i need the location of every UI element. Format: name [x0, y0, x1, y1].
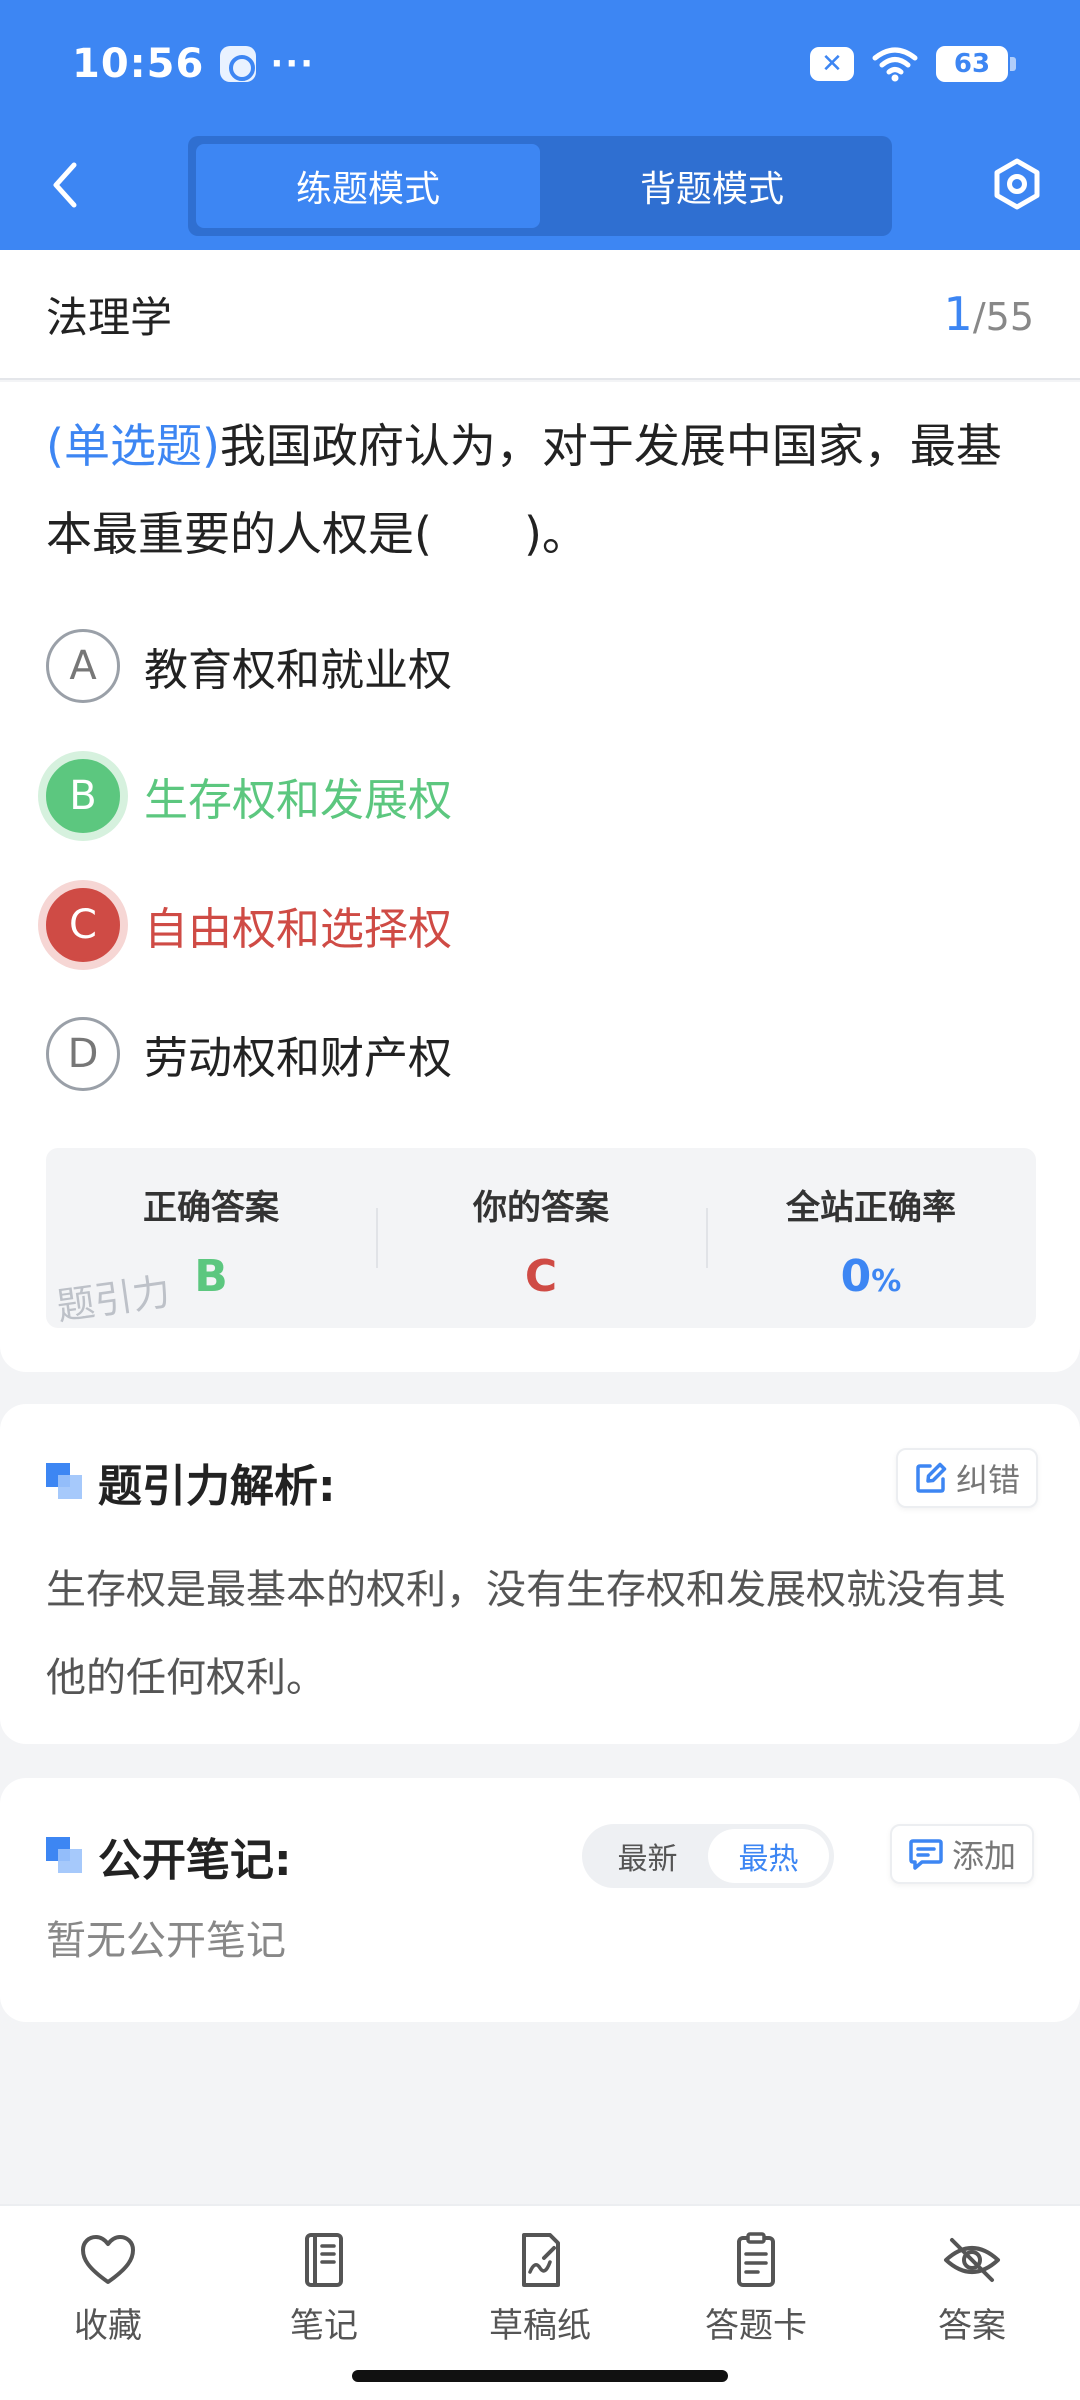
draft-paper-icon — [522, 2233, 560, 2287]
tab-practice-mode[interactable]: 练题模式 — [196, 144, 540, 228]
more-notifications-icon: ··· — [270, 44, 316, 84]
edit-icon — [916, 1462, 947, 1493]
site-accuracy-column: 全站正确率 0% — [706, 1148, 1036, 1328]
correct-answer-column: 正确答案 B 题引力 — [46, 1148, 376, 1329]
question-card: (单选题)我国政府认为，对于发展中国家，最基本最重要的人权是( )。 A 教育权… — [0, 382, 1080, 1372]
your-answer-value: C — [524, 1251, 558, 1302]
notes-header: 公开笔记: — [46, 1826, 292, 1886]
sort-hottest[interactable]: 最热 — [708, 1829, 829, 1883]
correct-answer-label: 正确答案 — [143, 1188, 279, 1228]
status-time: 10:56 — [72, 41, 205, 87]
home-indicator[interactable] — [352, 2370, 728, 2382]
comment-icon — [909, 1839, 943, 1870]
tab-recite-mode[interactable]: 背题模式 — [540, 144, 884, 228]
notebook-icon — [305, 2233, 343, 2287]
subject-title: 法理学 — [46, 292, 173, 342]
analysis-title: 题引力解析: — [98, 1461, 336, 1512]
option-d[interactable]: D 劳动权和财产权 — [46, 1014, 452, 1094]
option-b[interactable]: B 生存权和发展权 — [46, 756, 452, 836]
chevron-left-icon — [53, 162, 77, 208]
show-answer-button[interactable]: 答案 — [864, 2206, 1080, 2400]
top-header: 10:56 ··· ✕ 63 练题模式 背题模式 — [0, 0, 1080, 250]
analysis-text: 生存权是最基本的权利，没有生存权和发展权就没有其他的任何权利。 — [46, 1567, 1006, 1701]
app-notification-icon — [220, 46, 257, 82]
report-error-label: 纠错 — [956, 1461, 1021, 1499]
watermark: 题引力 — [53, 1269, 174, 1329]
back-button[interactable] — [40, 150, 90, 220]
option-text: 劳动权和财产权 — [144, 1033, 452, 1084]
add-note-label: 添加 — [952, 1837, 1017, 1875]
analysis-header: 题引力解析: — [46, 1452, 336, 1512]
option-text: 教育权和就业权 — [144, 645, 452, 696]
option-text: 自由权和选择权 — [144, 904, 452, 955]
site-accuracy-number: 0 — [840, 1251, 872, 1302]
correct-answer-value: B — [194, 1251, 228, 1302]
notes-label: 笔记 — [290, 2306, 358, 2346]
option-a[interactable]: A 教育权和就业权 — [46, 626, 452, 706]
counter-separator: / — [972, 295, 986, 339]
settings-button[interactable] — [985, 152, 1049, 216]
wifi-icon — [872, 47, 918, 82]
question-text: (单选题)我国政府认为，对于发展中国家，最基本最重要的人权是( )。 — [46, 402, 1036, 578]
site-accuracy-label: 全站正确率 — [786, 1188, 956, 1228]
option-text: 生存权和发展权 — [144, 775, 452, 826]
draft-paper-label: 草稿纸 — [489, 2306, 591, 2346]
answer-card-label: 答题卡 — [705, 2306, 807, 2346]
notes-title: 公开笔记: — [98, 1835, 292, 1886]
add-note-button[interactable]: 添加 — [890, 1824, 1035, 1884]
total-question-count: 55 — [985, 295, 1034, 339]
status-bar: 10:56 ··· ✕ 63 — [72, 36, 1016, 92]
option-letter: C — [46, 888, 120, 962]
option-letter: A — [46, 629, 120, 703]
report-error-button[interactable]: 纠错 — [896, 1448, 1039, 1508]
question-type-label: (单选题) — [46, 419, 220, 473]
site-accuracy-value: 0% — [841, 1251, 902, 1302]
analysis-card: 题引力解析: 纠错 生存权是最基本的权利，没有生存权和发展权就没有其他的任何权利… — [0, 1404, 1080, 1744]
section-squares-icon — [46, 1463, 84, 1501]
favorite-label: 收藏 — [74, 2306, 142, 2346]
question-counter: 1/55 — [944, 287, 1034, 341]
public-notes-card: 公开笔记: 最新 最热 添加 暂无公开笔记 — [0, 1778, 1080, 2022]
your-answer-column: 你的答案 C — [376, 1148, 706, 1328]
mode-switch: 练题模式 背题模式 — [188, 136, 892, 236]
your-answer-label: 你的答案 — [473, 1188, 609, 1228]
status-right: ✕ 63 — [810, 46, 1016, 82]
sort-latest[interactable]: 最新 — [587, 1829, 708, 1883]
subject-row: 法理学 1/55 — [0, 250, 1080, 380]
battery-indicator: 63 — [936, 46, 1016, 82]
eye-off-icon — [944, 2238, 1000, 2282]
x-badge-icon: ✕ — [810, 47, 854, 81]
favorite-button[interactable]: 收藏 — [0, 2206, 216, 2400]
hexagon-settings-icon — [994, 158, 1040, 210]
heart-icon — [81, 2235, 135, 2284]
option-c[interactable]: C 自由权和选择权 — [46, 885, 452, 965]
current-question-number: 1 — [943, 287, 973, 341]
notes-sort-toggle: 最新 最热 — [582, 1824, 834, 1888]
show-answer-label: 答案 — [938, 2306, 1006, 2346]
site-accuracy-unit: % — [871, 1264, 902, 1299]
answer-summary: 正确答案 B 题引力 你的答案 C 全站正确率 0% — [46, 1148, 1036, 1329]
option-letter: D — [46, 1017, 120, 1091]
section-squares-icon — [46, 1837, 84, 1875]
option-letter: B — [46, 759, 120, 833]
notes-empty-text: 暂无公开笔记 — [46, 1918, 286, 1964]
answer-card-icon — [737, 2232, 775, 2287]
